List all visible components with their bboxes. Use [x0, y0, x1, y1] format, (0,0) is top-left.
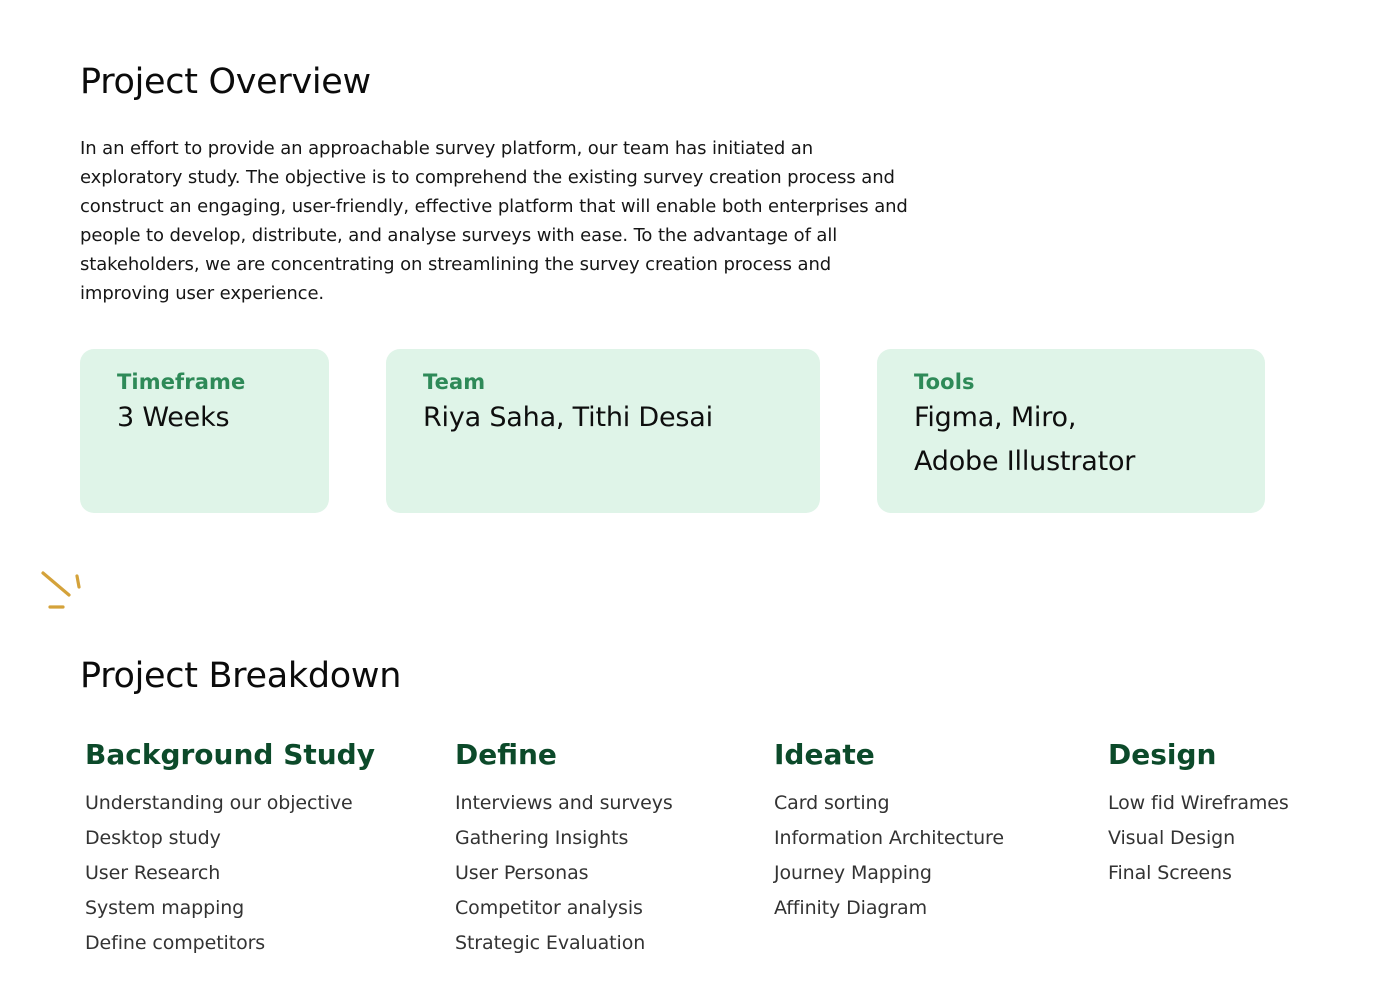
phase-heading: Ideate [774, 738, 875, 771]
phase-define: Define Interviews and surveys Gathering … [455, 736, 673, 961]
phase-item: Journey Mapping [774, 862, 932, 884]
phase-item-list: Understanding our objective Desktop stud… [85, 786, 375, 961]
phase-item: Desktop study [85, 827, 221, 849]
phase-design: Design Low fid Wireframes Visual Design … [1108, 736, 1289, 891]
phase-item: Affinity Diagram [774, 897, 928, 919]
team-card: Team Riya Saha, Tithi Desai [386, 349, 820, 513]
team-label: Team [423, 370, 486, 394]
project-overview-description: In an effort to provide an approachable … [80, 138, 908, 304]
tools-value-line-1: Figma, Miro, [914, 402, 1077, 433]
phase-item: Final Screens [1108, 862, 1232, 884]
phase-heading: Background Study [85, 738, 375, 771]
phase-item: Interviews and surveys [455, 792, 673, 814]
tools-value-line-2: Adobe Illustrator [914, 446, 1136, 477]
phase-item-list: Card sorting Information Architecture Jo… [774, 786, 1004, 926]
tools-label: Tools [914, 370, 975, 394]
project-overview-title: Project Overview [80, 62, 371, 102]
tools-card: Tools Figma, Miro, Adobe Illustrator [877, 349, 1265, 513]
phase-background-study: Background Study Understanding our objec… [85, 736, 375, 961]
phase-item: User Personas [455, 862, 589, 884]
phase-item-list: Low fid Wireframes Visual Design Final S… [1108, 786, 1289, 891]
phase-heading: Design [1108, 738, 1217, 771]
timeframe-card: Timeframe 3 Weeks [80, 349, 329, 513]
phase-item: User Research [85, 862, 221, 884]
team-value: Riya Saha, Tithi Desai [423, 402, 713, 433]
phase-item: System mapping [85, 897, 245, 919]
phase-item: Information Architecture [774, 827, 1004, 849]
phase-item: Visual Design [1108, 827, 1236, 849]
phase-item-list: Interviews and surveys Gathering Insight… [455, 786, 673, 961]
sparkle-icon [41, 571, 81, 609]
phase-item: Low fid Wireframes [1108, 792, 1289, 814]
phase-item: Card sorting [774, 792, 890, 814]
phase-item: Define competitors [85, 932, 266, 954]
tools-value: Figma, Miro, Adobe Illustrator [914, 396, 1265, 484]
phase-item: Strategic Evaluation [455, 932, 646, 954]
phase-heading: Define [455, 738, 557, 771]
phase-item: Competitor analysis [455, 897, 643, 919]
timeframe-label: Timeframe [117, 370, 246, 394]
phase-item: Gathering Insights [455, 827, 629, 849]
project-breakdown-title: Project Breakdown [80, 656, 402, 696]
phase-item: Understanding our objective [85, 792, 353, 814]
timeframe-value: 3 Weeks [117, 402, 230, 433]
phase-ideate: Ideate Card sorting Information Architec… [774, 736, 1004, 926]
